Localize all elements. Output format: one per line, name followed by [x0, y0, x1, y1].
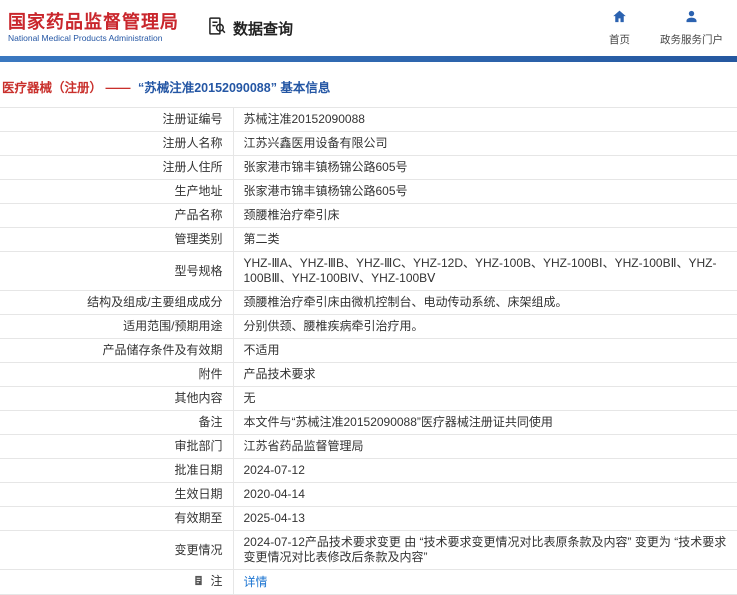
row-value: 苏械注准20152090088	[233, 107, 737, 132]
table-row: 注册人名称 江苏兴鑫医用设备有限公司	[0, 131, 737, 156]
row-value: 2024-07-12产品技术要求变更 由 “技术要求变更情况对比表原条款及内容”…	[233, 530, 737, 570]
table-row: 有效期至 2025-04-13	[0, 506, 737, 531]
org-name-en: National Medical Products Administration	[8, 33, 163, 44]
note-icon	[193, 575, 204, 590]
table-row: 型号规格 YHZ-ⅢA、YHZ-ⅢB、YHZ-ⅢC、YHZ-12D、YHZ-10…	[0, 251, 737, 291]
table-row: 管理类别 第二类	[0, 227, 737, 252]
row-value: 无	[233, 386, 737, 411]
row-value: 颈腰椎治疗牵引床由微机控制台、电动传动系统、床架组成。	[233, 290, 737, 315]
table-row: 适用范围/预期用途 分别供颈、腰椎疾病牵引治疗用。	[0, 314, 737, 339]
row-value: 江苏省药品监督管理局	[233, 434, 737, 459]
table-row: 批准日期 2024-07-12	[0, 458, 737, 483]
org-logo: 国家药品监督管理局 National Medical Products Admi…	[8, 12, 179, 44]
row-value: 张家港市锦丰镇杨锦公路605号	[233, 179, 737, 204]
table-row: 备注 本文件与“苏械注准20152090088”医疗器械注册证共同使用	[0, 410, 737, 435]
row-value: 2025-04-13	[233, 506, 737, 531]
nav-portal-label: 政务服务门户	[660, 34, 723, 46]
row-value: YHZ-ⅢA、YHZ-ⅢB、YHZ-ⅢC、YHZ-12D、YHZ-100B、YH…	[233, 251, 737, 291]
table-row: 注 详情	[0, 569, 737, 595]
data-query-icon	[207, 16, 227, 41]
row-label-note: 注	[0, 569, 234, 595]
row-label: 型号规格	[0, 251, 234, 291]
details-link[interactable]: 详情	[244, 575, 268, 589]
table-row: 审批部门 江苏省药品监督管理局	[0, 434, 737, 459]
table-row: 产品名称 颈腰椎治疗牵引床	[0, 203, 737, 228]
row-value: 本文件与“苏械注准20152090088”医疗器械注册证共同使用	[233, 410, 737, 435]
breadcrumb-section: 医疗器械（注册） ——	[2, 81, 131, 95]
table-row: 产品储存条件及有效期 不适用	[0, 338, 737, 363]
row-value: 颈腰椎治疗牵引床	[233, 203, 737, 228]
row-value: 详情	[233, 569, 737, 595]
row-value: 产品技术要求	[233, 362, 737, 387]
table-row: 注册证编号 苏械注准20152090088	[0, 107, 737, 132]
table-row: 生产地址 张家港市锦丰镇杨锦公路605号	[0, 179, 737, 204]
row-value: 张家港市锦丰镇杨锦公路605号	[233, 155, 737, 180]
registration-info-table: 注册证编号 苏械注准20152090088 注册人名称 江苏兴鑫医用设备有限公司…	[0, 107, 737, 595]
row-value: 不适用	[233, 338, 737, 363]
row-value: 第二类	[233, 227, 737, 252]
row-label: 审批部门	[0, 434, 234, 459]
data-query-tab[interactable]: 数据查询	[207, 16, 293, 41]
home-icon	[612, 9, 627, 29]
row-value: 2024-07-12	[233, 458, 737, 483]
nav-portal[interactable]: 政务服务门户	[660, 9, 723, 47]
row-label: 批准日期	[0, 458, 234, 483]
table-row: 变更情况 2024-07-12产品技术要求变更 由 “技术要求变更情况对比表原条…	[0, 530, 737, 570]
breadcrumb: 医疗器械（注册） —— “苏械注准20152090088” 基本信息	[0, 62, 737, 107]
row-label: 生效日期	[0, 482, 234, 507]
row-label-text: 注	[210, 574, 223, 588]
row-label: 注册证编号	[0, 107, 234, 132]
header: 国家药品监督管理局 National Medical Products Admi…	[0, 0, 737, 56]
org-name-cn: 国家药品监督管理局	[8, 11, 179, 32]
row-label: 结构及组成/主要组成成分	[0, 290, 234, 315]
row-value: 2020-04-14	[233, 482, 737, 507]
row-value: 江苏兴鑫医用设备有限公司	[233, 131, 737, 156]
table-row: 附件 产品技术要求	[0, 362, 737, 387]
row-label: 产品储存条件及有效期	[0, 338, 234, 363]
row-label: 备注	[0, 410, 234, 435]
row-label: 管理类别	[0, 227, 234, 252]
table-row: 其他内容 无	[0, 386, 737, 411]
header-nav: 首页 政务服务门户	[609, 9, 723, 47]
row-label: 注册人住所	[0, 155, 234, 180]
nav-home-label: 首页	[609, 34, 630, 46]
table-row: 结构及组成/主要组成成分 颈腰椎治疗牵引床由微机控制台、电动传动系统、床架组成。	[0, 290, 737, 315]
row-label: 其他内容	[0, 386, 234, 411]
row-label: 附件	[0, 362, 234, 387]
row-value: 分别供颈、腰椎疾病牵引治疗用。	[233, 314, 737, 339]
user-icon	[684, 9, 699, 29]
row-label: 有效期至	[0, 506, 234, 531]
row-label: 变更情况	[0, 530, 234, 570]
row-label: 生产地址	[0, 179, 234, 204]
page-title: “苏械注准20152090088” 基本信息	[137, 81, 331, 95]
row-label: 注册人名称	[0, 131, 234, 156]
table-row: 注册人住所 张家港市锦丰镇杨锦公路605号	[0, 155, 737, 180]
data-query-label: 数据查询	[233, 20, 294, 38]
table-row: 生效日期 2020-04-14	[0, 482, 737, 507]
row-label: 适用范围/预期用途	[0, 314, 234, 339]
nav-home[interactable]: 首页	[609, 9, 630, 47]
row-label: 产品名称	[0, 203, 234, 228]
